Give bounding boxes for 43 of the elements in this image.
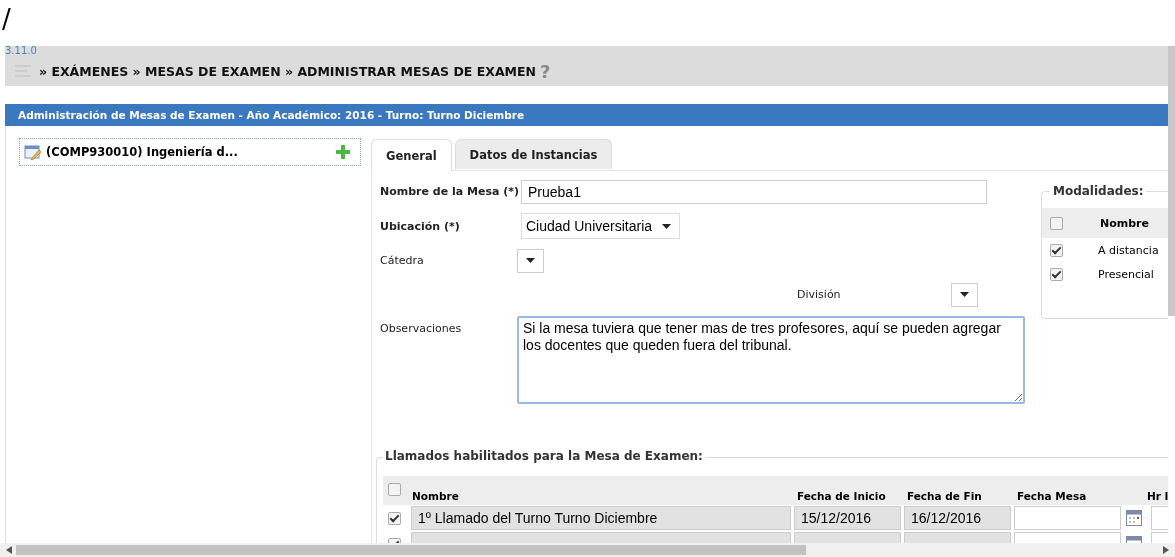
group-title: Llamados habilitados para la Mesa de Examen: [383,449,705,463]
group-title: Modalidades: [1050,184,1147,198]
field-label: Ubicación (*) [380,219,461,233]
breadcrumb: » EXÁMENES » MESAS DE EXAMEN » ADMINISTRAR MESAS DE EXAMEN [39,63,536,79]
observations-textarea[interactable]: Si la mesa tuviera que tener mas de tres profesores, aquí se pueden agregar los docentes que queden fuera del tribunal. [517,316,1025,404]
caret-icon [662,223,672,229]
column-header: Fecha de Fin [907,490,983,502]
checkbox[interactable] [1050,243,1063,257]
checkbox[interactable] [388,482,401,496]
vertical-scrollbar[interactable] [1168,46,1175,316]
tab[interactable]: Datos de Instancias [454,139,613,169]
checkbox[interactable] [388,511,401,525]
column-header: Fecha de Inicio [797,490,887,502]
catedra-select[interactable] [517,248,544,273]
calendar-icon[interactable] [1126,510,1142,526]
field-label: Observaciones [380,321,463,335]
scroll-left-icon[interactable] [6,546,12,554]
horizontal-scrollbar[interactable] [0,543,1175,557]
caret-icon [526,258,535,263]
tab[interactable]: General [371,139,452,171]
page-path: / [1,3,12,36]
division-select[interactable] [950,282,978,307]
field-label: Cátedra [380,254,425,267]
caret-icon [959,292,969,297]
version-label: 3.11.0 [5,45,37,57]
tree-item[interactable]: (COMP930010) Ingeniería d... [19,138,361,166]
edit-document-icon [24,144,42,160]
column-header: Hr I [1147,490,1168,502]
add-icon[interactable] [336,145,350,159]
table-cell: A distancia [1098,243,1159,257]
table-cell: Presencial [1098,267,1154,281]
scroll-right-icon[interactable] [1163,546,1169,554]
checkbox[interactable] [1050,216,1063,230]
panel-title: Administración de Mesas de Examen - Año Académico: 2016 - Turno: Turno Diciembre [5,104,1168,126]
checkbox[interactable] [1050,267,1063,281]
column-header: Fecha Mesa [1017,490,1088,502]
column-header: Nombre [412,490,460,502]
field-label: Nombre de la Mesa (*) [380,185,520,198]
column-header: Nombre [1100,216,1149,230]
name-input[interactable]: Prueba1 [521,179,987,204]
field-label: División [797,288,841,301]
location-select[interactable]: Ciudad Universitaria [521,213,681,239]
date-field[interactable] [1014,506,1121,530]
